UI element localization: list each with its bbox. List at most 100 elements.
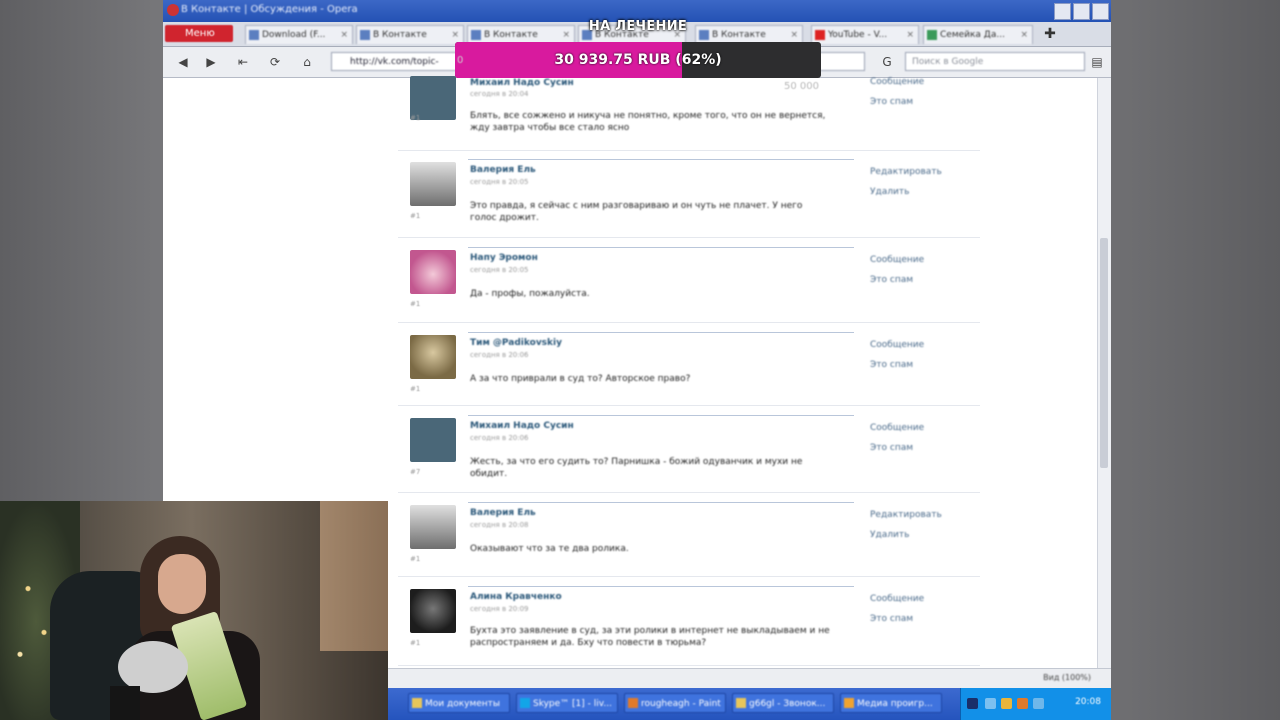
avatar[interactable] [410,250,456,294]
action-link[interactable]: Редактировать [870,505,942,525]
avatar[interactable] [410,418,456,462]
new-tab-button[interactable]: ✚ [1041,26,1059,42]
tray-app-icon[interactable] [1001,698,1012,709]
reload-icon[interactable]: ⟳ [265,53,285,71]
action-link[interactable]: Удалить [870,525,909,545]
list-item: #1 Валерия Ель сегодня в 20:08 Оказывают… [398,493,980,577]
system-tray: 20:08 [960,688,1111,720]
close-button[interactable] [1092,3,1109,20]
post-number: #1 [410,385,421,393]
taskbar-item-label: g66gl - Звонок... [749,699,826,709]
goal-min-label: 0 [457,55,464,66]
call-icon [736,698,746,708]
action-link[interactable]: Редактировать [870,162,942,182]
goal-progress-bar: 30 939.75 RUB (62%) [455,42,821,78]
author-name[interactable]: Тим @Padikovskiy [470,338,562,348]
taskbar-item[interactable]: Мои документы [408,693,510,713]
action-link[interactable]: Сообщение [870,72,924,92]
author-name[interactable]: Валерия Ель [470,165,536,175]
tab-label[interactable]: Семейка Да... [940,30,1005,40]
post-text: Жесть, за что его судить то? Парнишка - … [470,457,803,479]
post-text: А за что приврали в суд то? Авторское пр… [470,374,691,384]
list-item: #1 Михаил Надо Сусин сегодня в 20:04 Бля… [398,68,980,151]
paint-icon [628,698,638,708]
list-item: #1 Тим @Padikovskiy сегодня в 20:06 А за… [398,323,980,406]
taskbar-item-label: Медиа проигр... [857,699,933,709]
tab: Семейка Да... × [923,25,1033,44]
post-divider [468,332,854,333]
action-link[interactable]: Сообщение [870,418,924,438]
zoom-level[interactable]: Вид (100%) [1043,673,1091,682]
post-text: Блять, все сожжено и никуча не понятно, … [470,111,826,133]
post-date: сегодня в 20:06 [470,434,529,442]
taskbar-item-label: rougheagh - Paint [641,699,721,709]
folder-icon [412,698,422,708]
list-item: #1 Валерия Ель сегодня в 20:05 Это правд… [398,150,980,238]
post-number: #7 [410,468,421,476]
action-link[interactable]: Это спам [870,92,913,112]
maximize-button[interactable] [1073,3,1090,20]
post-number: #1 [410,555,421,563]
post-divider [468,415,854,416]
taskbar-item[interactable]: Skype™ [1] - liv... [516,693,618,713]
action-link[interactable]: Это спам [870,438,913,458]
tray-app-icon[interactable] [967,698,978,709]
page-favicon-icon [927,30,937,40]
tray-app-icon[interactable] [985,698,996,709]
action-link[interactable]: Это спам [870,609,913,629]
panel-toggle-icon[interactable]: ▤ [1087,53,1107,71]
list-item: #7 Михаил Надо Сусин сегодня в 20:06 Жес… [398,406,980,493]
minimize-button[interactable] [1054,3,1071,20]
post-date: сегодня в 20:05 [470,178,529,186]
action-link[interactable]: Сообщение [870,335,924,355]
post-divider [468,159,854,160]
tab-label[interactable]: Download (F... [262,30,325,40]
action-link[interactable]: Удалить [870,182,909,202]
scrollbar-thumb[interactable] [1100,238,1108,468]
author-name[interactable]: Валерия Ель [470,508,536,518]
back-icon[interactable]: ◀ [173,53,193,71]
close-tab-icon[interactable]: × [906,26,914,44]
taskbar-item[interactable]: g66gl - Звонок... [732,693,834,713]
tray-app-icon[interactable] [1033,698,1044,709]
tab: Download (F... × [245,25,353,44]
taskbar-item[interactable]: Медиа проигр... [840,693,942,713]
action-link[interactable]: Сообщение [870,589,924,609]
taskbar-item-label: Skype™ [1] - liv... [533,699,612,709]
goal-title: НА ЛЕЧЕНИЕ [588,19,688,34]
list-item: #1 Алина Кравченко сегодня в 20:09 Бухта… [398,577,980,666]
window-title: В Контакте | Обсуждения - Opera [181,4,358,15]
action-link[interactable]: Сообщение [870,250,924,270]
tab: В Контакте × [356,25,464,44]
vertical-scrollbar[interactable] [1097,78,1111,668]
author-name[interactable]: Алина Кравченко [470,592,562,602]
post-number: #1 [410,639,421,647]
post-text: Бухта это заявление в суд, за эти ролики… [470,626,830,648]
action-link[interactable]: Это спам [870,355,913,375]
close-tab-icon[interactable]: × [1020,26,1028,44]
microphone-stand [110,686,140,720]
author-name[interactable]: Михаил Надо Сусин [470,421,574,431]
post-date: сегодня в 20:06 [470,351,529,359]
post-number: #1 [410,300,421,308]
tab-label[interactable]: В Контакте [373,30,427,40]
author-name[interactable]: Михаил Надо Сусин [470,78,574,88]
tray-app-icon[interactable] [1017,698,1028,709]
post-date: сегодня в 20:09 [470,605,529,613]
forward-icon[interactable]: ▶ [201,53,221,71]
avatar[interactable] [410,505,456,549]
action-link[interactable]: Это спам [870,270,913,290]
avatar[interactable] [410,589,456,633]
author-name[interactable]: Напу Эромон [470,253,538,263]
tab-label[interactable]: YouTube - V... [828,30,887,40]
close-tab-icon[interactable]: × [340,26,348,44]
post-divider [468,502,854,503]
avatar[interactable] [410,335,456,379]
rewind-icon[interactable]: ⇤ [233,53,253,71]
taskbar-item[interactable]: rougheagh - Paint [624,693,726,713]
avatar[interactable] [410,162,456,206]
home-icon[interactable]: ⌂ [297,53,317,71]
opera-menu-button[interactable]: Меню [165,25,233,42]
goal-max-label: 50 000 [784,81,819,92]
post-divider [468,586,854,587]
